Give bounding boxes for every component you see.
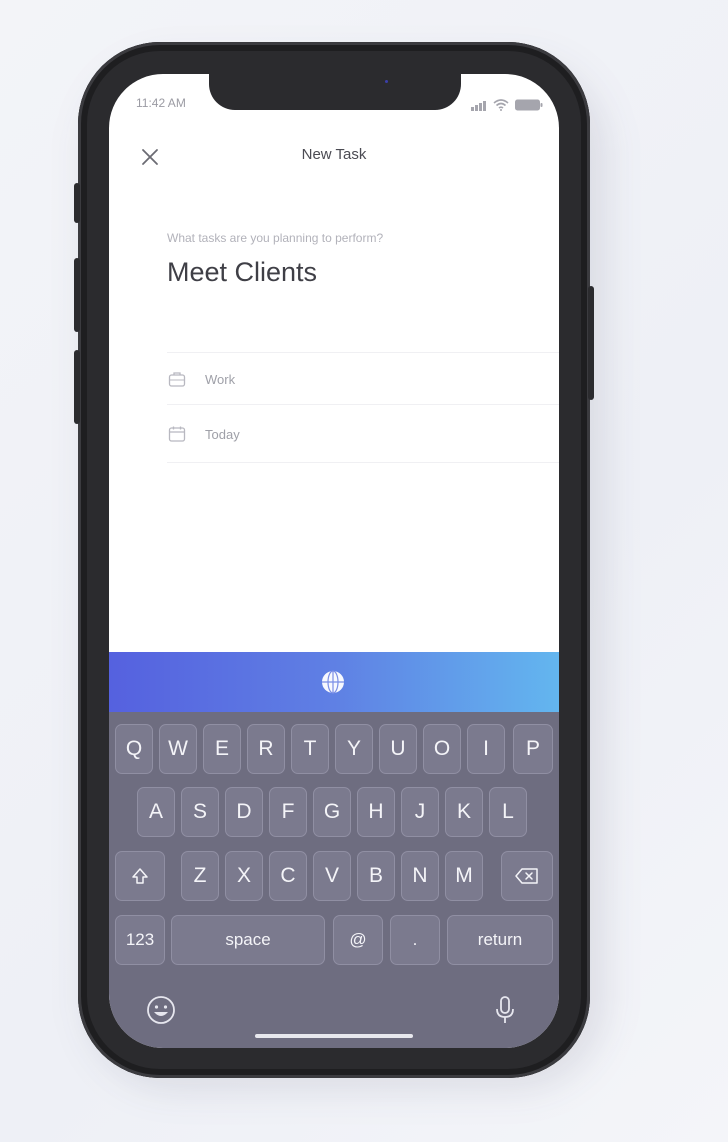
key-x[interactable]: X xyxy=(225,851,263,901)
key-b[interactable]: B xyxy=(357,851,395,901)
page-title: New Task xyxy=(301,146,367,163)
status-icons xyxy=(471,93,543,111)
volume-down-button xyxy=(74,350,80,424)
key-w[interactable]: W xyxy=(159,724,197,774)
task-prompt: What tasks are you planning to perform? xyxy=(167,231,384,245)
key-z[interactable]: Z xyxy=(181,851,219,901)
key-r[interactable]: R xyxy=(247,724,285,774)
phone-screen: 11:42 AM New Task What tasks are you pla… xyxy=(109,74,559,1048)
calendar-icon xyxy=(168,426,186,442)
key-l[interactable]: L xyxy=(489,787,527,837)
key-i[interactable]: I xyxy=(467,724,505,774)
delete-key[interactable] xyxy=(501,851,553,901)
battery-icon xyxy=(515,99,543,111)
key-o[interactable]: O xyxy=(423,724,461,774)
key-v[interactable]: V xyxy=(313,851,351,901)
divider xyxy=(167,462,559,463)
key-n[interactable]: N xyxy=(401,851,439,901)
mute-switch xyxy=(74,183,80,223)
key-f[interactable]: F xyxy=(269,787,307,837)
numbers-key[interactable]: 123 xyxy=(115,915,165,965)
return-key[interactable]: return xyxy=(447,915,553,965)
notch xyxy=(209,74,461,110)
key-e[interactable]: E xyxy=(203,724,241,774)
key-a[interactable]: A xyxy=(137,787,175,837)
globe-icon xyxy=(322,670,344,694)
divider xyxy=(167,404,559,405)
shift-key[interactable] xyxy=(115,851,165,901)
backspace-icon xyxy=(515,868,538,884)
signal-icon xyxy=(471,93,487,111)
key-h[interactable]: H xyxy=(357,787,395,837)
key-p[interactable]: P xyxy=(513,724,553,774)
briefcase-icon xyxy=(168,372,186,387)
key-q[interactable]: Q xyxy=(115,724,153,774)
emoji-button[interactable] xyxy=(145,994,177,1026)
at-key[interactable]: @ xyxy=(333,915,383,965)
date-label: Today xyxy=(205,426,240,442)
divider xyxy=(167,352,559,353)
dictation-button[interactable] xyxy=(493,994,517,1026)
key-t[interactable]: T xyxy=(291,724,329,774)
emoji-icon xyxy=(147,996,175,1024)
power-button xyxy=(588,286,594,400)
volume-up-button xyxy=(74,258,80,332)
key-d[interactable]: D xyxy=(225,787,263,837)
keyboard-accessory-bar xyxy=(109,652,559,712)
key-s[interactable]: S xyxy=(181,787,219,837)
keyboard: Q W E R T Y U O I P A S D F G H J K L Z … xyxy=(109,712,559,1048)
key-k[interactable]: K xyxy=(445,787,483,837)
key-u[interactable]: U xyxy=(379,724,417,774)
key-c[interactable]: C xyxy=(269,851,307,901)
camera-dot xyxy=(385,80,388,83)
key-j[interactable]: J xyxy=(401,787,439,837)
status-time: 11:42 AM xyxy=(136,96,186,110)
key-y[interactable]: Y xyxy=(335,724,373,774)
period-key[interactable]: . xyxy=(390,915,440,965)
globe-button[interactable] xyxy=(321,670,345,694)
category-field[interactable]: Work xyxy=(167,354,559,404)
category-label: Work xyxy=(205,371,236,387)
task-input[interactable] xyxy=(167,252,507,292)
wifi-icon xyxy=(493,99,509,111)
microphone-icon xyxy=(496,996,514,1023)
home-indicator[interactable] xyxy=(255,1034,413,1038)
shift-icon xyxy=(132,868,148,884)
space-key[interactable]: space xyxy=(171,915,325,965)
key-m[interactable]: M xyxy=(445,851,483,901)
key-g[interactable]: G xyxy=(313,787,351,837)
date-field[interactable]: Today xyxy=(167,409,559,459)
